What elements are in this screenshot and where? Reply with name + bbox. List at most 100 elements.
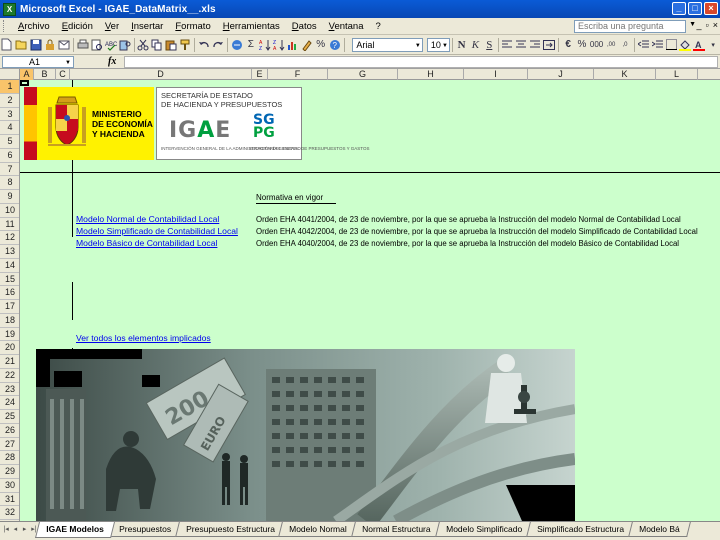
row-header-22[interactable]: 22 [0,369,19,383]
row-header-11[interactable]: 11 [0,218,19,232]
increase-indent-icon[interactable] [651,37,664,52]
ask-question-input[interactable]: Escriba una pregunta [574,20,686,33]
column-header-a[interactable]: A [20,69,34,80]
row-header-8[interactable]: 8 [0,176,19,190]
chart-wizard-icon[interactable] [287,37,299,52]
tab-modelo-basico[interactable]: Modelo Bá [627,522,691,537]
row-header-10[interactable]: 10 [0,204,19,218]
row-header-18[interactable]: 18 [0,314,19,328]
tab-presupuesto-estructura[interactable]: Presupuesto Estructura [174,522,286,537]
formula-input[interactable] [124,56,718,68]
link-modelo-basico[interactable]: Modelo Básico de Contabilidad Local [76,238,217,248]
column-header-d[interactable]: D [70,69,252,80]
currency-icon[interactable]: € [562,37,574,52]
row-header-15[interactable]: 15 [0,273,19,287]
link-all-elements[interactable]: Ver todos los elementos implicados [76,333,211,343]
row-header-30[interactable]: 30 [0,479,19,493]
first-sheet-icon[interactable]: |◂ [2,525,10,535]
column-header-f[interactable]: F [268,69,328,80]
column-header-e[interactable]: E [252,69,268,80]
format-painter-icon[interactable] [179,37,191,52]
row-header-32[interactable]: 32 [0,506,19,520]
research-icon[interactable] [119,37,131,52]
open-icon[interactable] [15,37,28,52]
row-header-2[interactable]: 2 [0,94,19,108]
borders-icon[interactable] [665,37,677,52]
merge-center-icon[interactable] [543,37,556,52]
row-header-17[interactable]: 17 [0,300,19,314]
close-button[interactable]: × [704,2,718,15]
row-header-21[interactable]: 21 [0,355,19,369]
thousands-icon[interactable]: 000 [590,37,603,52]
copy-icon[interactable] [151,37,163,52]
italic-icon[interactable]: K [470,37,482,52]
doc-restore-button[interactable]: ▫ [706,20,709,30]
menu-archivo[interactable]: Archivo [12,21,56,32]
font-color-icon[interactable]: A [693,37,706,52]
row-header-12[interactable]: 12 [0,231,19,245]
menu-help[interactable]: ? [370,21,387,32]
tab-normal-estructura[interactable]: Normal Estructura [351,522,442,537]
row-header-23[interactable]: 23 [0,383,19,397]
row-header-9[interactable]: 9 [0,190,19,204]
name-box[interactable]: A1 ▼ [2,55,74,68]
select-all-corner[interactable] [0,69,20,80]
row-header-19[interactable]: 19 [0,328,19,342]
row-header-20[interactable]: 20 [0,341,19,355]
column-header-b[interactable]: B [34,69,56,80]
decrease-decimal-icon[interactable]: ,0 [619,37,631,52]
ask-dropdown-icon[interactable]: ▼ [689,21,696,28]
permission-icon[interactable] [44,37,56,52]
frozen-pane-horizontal[interactable] [20,172,720,173]
email-icon[interactable] [58,37,70,52]
row-header-14[interactable]: 14 [0,259,19,273]
autosum-icon[interactable]: Σ [245,37,257,52]
row-header-3[interactable]: 3 [0,108,19,122]
row-header-13[interactable]: 13 [0,245,19,259]
menu-insertar[interactable]: Insertar [125,21,169,32]
next-sheet-icon[interactable]: ▸ [21,525,29,535]
percent-icon[interactable]: % [576,37,588,52]
bold-icon[interactable]: N [456,37,468,52]
maximize-button[interactable]: □ [688,2,702,15]
doc-close-button[interactable]: × [713,20,718,30]
help-icon[interactable]: ? [329,37,341,52]
font-size-select[interactable]: 10 ▼ [426,37,450,52]
align-right-icon[interactable] [530,37,542,52]
tab-presupuestos[interactable]: Presupuestos [107,522,182,537]
column-header-h[interactable]: H [398,69,464,80]
print-icon[interactable] [77,37,89,52]
tab-simplificado-estructura[interactable]: Simplificado Estructura [525,522,635,537]
insert-function-icon[interactable]: fx [108,56,116,67]
row-header-5[interactable]: 5 [0,135,19,149]
tab-modelo-simplificado[interactable]: Modelo Simplificado [434,522,533,537]
row-header-1[interactable]: 1 [0,80,19,94]
increase-decimal-icon[interactable]: ,00 [605,37,617,52]
row-header-29[interactable]: 29 [0,465,19,479]
column-header-i[interactable]: I [464,69,528,80]
worksheet-grid[interactable]: MINISTERIO DE ECONOMÍA Y HACIENDA SECRET… [20,80,720,521]
row-header-7[interactable]: 7 [0,163,19,177]
align-left-icon[interactable] [502,37,514,52]
menu-datos[interactable]: Datos [286,21,323,32]
sort-ascending-icon[interactable]: AZ [259,37,271,52]
menu-ver[interactable]: Ver [99,21,125,32]
menu-ventana[interactable]: Ventana [323,21,370,32]
row-header-28[interactable]: 28 [0,451,19,465]
zoom-icon[interactable]: % [315,37,327,52]
column-header-c[interactable]: C [56,69,70,80]
menu-herramientas[interactable]: Herramientas [217,21,286,32]
row-header-25[interactable]: 25 [0,410,19,424]
spelling-icon[interactable]: ABC [105,37,117,52]
doc-minimize-button[interactable]: _ [697,20,702,30]
decrease-indent-icon[interactable] [638,37,650,52]
underline-icon[interactable]: S [483,37,495,52]
row-header-26[interactable]: 26 [0,424,19,438]
font-name-select[interactable]: Arial ▼ [352,37,423,52]
cut-icon[interactable] [137,37,149,52]
link-modelo-simplificado[interactable]: Modelo Simplificado de Contabilidad Loca… [76,226,238,236]
prev-sheet-icon[interactable]: ◂ [11,525,19,535]
sort-descending-icon[interactable]: ZA [273,37,285,52]
paste-icon[interactable] [165,37,177,52]
row-header-24[interactable]: 24 [0,396,19,410]
